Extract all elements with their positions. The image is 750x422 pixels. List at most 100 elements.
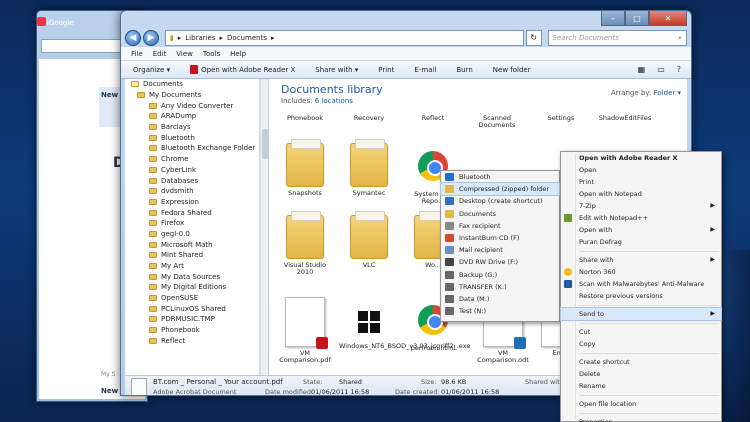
sendto-fax-recipient[interactable]: Fax recipient: [441, 220, 559, 232]
ctx-scan-with-malwarebytes-anti-malware[interactable]: Scan with Malwarebytes' Anti-Malware: [561, 278, 721, 290]
sendto-instantburn-cd-f[interactable]: InstantBurn CD (F): [441, 232, 559, 244]
forward-button[interactable]: ▶: [142, 30, 159, 46]
nav-item-any-video-converter[interactable]: Any Video Converter: [125, 100, 259, 111]
open-with-adobe-button[interactable]: Open with Adobe Reader X: [190, 65, 295, 74]
maximize-button[interactable]: □: [625, 11, 649, 26]
nav-item-my-digital-editions[interactable]: My Digital Editions: [125, 282, 259, 293]
nav-item-pclinuxos-shared[interactable]: PCLinuxOS Shared: [125, 303, 259, 314]
help-icon[interactable]: ?: [677, 65, 681, 74]
nav-item-databases[interactable]: Databases: [125, 175, 259, 186]
nav-item-dvdsmith[interactable]: dvdsmith: [125, 186, 259, 197]
nav-item-gegl-0-0[interactable]: gegl-0.0: [125, 229, 259, 240]
file-item[interactable]: Phonebook: [275, 114, 335, 122]
nav-scroll-thumb[interactable]: [262, 129, 268, 159]
print-button[interactable]: Print: [378, 66, 394, 74]
view-options-icon[interactable]: ▦: [638, 65, 646, 74]
nav-item-documents[interactable]: Documents: [125, 79, 259, 90]
menu-file[interactable]: File: [131, 50, 143, 58]
ctx-print[interactable]: Print: [561, 176, 721, 188]
nav-item-bluetooth-exchange-folder[interactable]: Bluetooth Exchange Folder: [125, 143, 259, 154]
sendto-compressed-zipped-folder[interactable]: Compressed (zipped) folder: [440, 182, 560, 197]
file-item[interactable]: Visual Studio 2010: [275, 211, 335, 277]
burn-button[interactable]: Burn: [456, 66, 472, 74]
menu-tools[interactable]: Tools: [203, 50, 220, 58]
folder-icon: [131, 81, 139, 88]
nav-scrollbar[interactable]: [260, 79, 268, 375]
sendto-bluetooth[interactable]: Bluetooth: [441, 171, 559, 183]
ctx-norton-360[interactable]: Norton 360: [561, 266, 721, 278]
menu-help[interactable]: Help: [230, 50, 246, 58]
nav-item-fedora-shared[interactable]: Fedora Shared: [125, 207, 259, 218]
sendto-test-n[interactable]: Test (N:): [441, 305, 559, 317]
ctx-share-with[interactable]: Share with ▶: [561, 254, 721, 266]
menu-view[interactable]: View: [176, 50, 193, 58]
locations-link[interactable]: 6 locations: [315, 97, 353, 105]
nav-item-aradump[interactable]: ARADump: [125, 111, 259, 122]
address-bar[interactable]: ▮ ▸ Libraries ▸ Documents ▸: [164, 30, 524, 46]
menu-edit[interactable]: Edit: [153, 50, 167, 58]
nav-item-microsoft-math[interactable]: Microsoft Math: [125, 239, 259, 250]
ctx-cut[interactable]: Cut: [561, 326, 721, 338]
file-item[interactable]: Recovery: [339, 114, 399, 122]
ctx-7-zip[interactable]: 7-Zip ▶: [561, 200, 721, 212]
nav-item-mint-shared[interactable]: Mint Shared: [125, 250, 259, 261]
file-item[interactable]: Snapshots: [275, 139, 335, 197]
refresh-icon[interactable]: ↻: [525, 30, 542, 46]
ctx-copy[interactable]: Copy: [561, 338, 721, 350]
ctx-create-shortcut[interactable]: Create shortcut: [561, 356, 721, 368]
sendto-transfer-k[interactable]: TRANSFER (K:): [441, 281, 559, 293]
sendto-desktop-create-shortcut[interactable]: Desktop (create shortcut): [441, 195, 559, 207]
file-item[interactable]: Windows_NT6_BSOD_v3.03_jcgriff2_.exe: [339, 297, 470, 350]
search-input[interactable]: Search Documents ⌕: [547, 30, 688, 46]
minimize-button[interactable]: –: [601, 11, 625, 26]
arrange-by-dropdown[interactable]: Folder ▾: [654, 89, 681, 97]
ctx-restore-previous-versions[interactable]: Restore previous versions: [561, 290, 721, 302]
sendto-label: InstantBurn CD (F): [459, 234, 520, 243]
sendto-documents[interactable]: Documents: [441, 208, 559, 220]
nav-item-barclays[interactable]: Barclays: [125, 122, 259, 133]
nav-item-opensuse[interactable]: OpenSUSE: [125, 293, 259, 304]
organize-button[interactable]: Organize ▾: [133, 66, 170, 74]
ctx-delete[interactable]: Delete: [561, 368, 721, 380]
file-item[interactable]: VM Comparison.pdf: [275, 297, 335, 365]
nav-item-cyberlink[interactable]: CyberLink: [125, 165, 259, 176]
ctx-edit-with-notepad[interactable]: Edit with Notepad++: [561, 212, 721, 224]
breadcrumb-documents[interactable]: Documents: [227, 34, 267, 42]
sendto-data-m[interactable]: Data (M:): [441, 293, 559, 305]
nav-item-my-art[interactable]: My Art: [125, 261, 259, 272]
sendto-mail-recipient[interactable]: Mail recipient: [441, 244, 559, 256]
nav-item-reflect[interactable]: Reflect: [125, 336, 259, 347]
ctx-rename[interactable]: Rename: [561, 380, 721, 392]
file-item[interactable]: Scanned Documents: [467, 114, 527, 130]
sendto-dvd-rw-drive-f[interactable]: DVD RW Drive (F:): [441, 256, 559, 268]
file-item[interactable]: Settings: [531, 114, 591, 122]
ctx-open[interactable]: Open: [561, 164, 721, 176]
sendto-backup-g[interactable]: Backup (G:): [441, 269, 559, 281]
nav-item-chrome[interactable]: Chrome: [125, 154, 259, 165]
ctx-puran-defrag[interactable]: Puran Defrag: [561, 236, 721, 248]
ctx-open-file-location[interactable]: Open file location: [561, 398, 721, 410]
back-button[interactable]: ◀: [125, 30, 141, 46]
ctx-send-to[interactable]: Send to ▶: [560, 307, 722, 321]
nav-item-my-data-sources[interactable]: My Data Sources: [125, 271, 259, 282]
breadcrumb-libraries[interactable]: Libraries: [185, 34, 215, 42]
new-folder-button[interactable]: New folder: [493, 66, 531, 74]
nav-item-firefox[interactable]: Firefox: [125, 218, 259, 229]
email-button[interactable]: E-mail: [414, 66, 436, 74]
file-item[interactable]: Symantec: [339, 139, 399, 197]
nav-item-pdrmusic-tmp[interactable]: PDRMUSIC.TMP: [125, 314, 259, 325]
file-item[interactable]: VLC: [339, 211, 399, 269]
ctx-properties[interactable]: Properties: [561, 416, 721, 422]
nav-item-my-documents[interactable]: My Documents: [125, 90, 259, 101]
close-button[interactable]: ✕: [649, 11, 687, 26]
ctx-open-with[interactable]: Open with ▶: [561, 224, 721, 236]
share-with-button[interactable]: Share with ▾: [315, 66, 358, 74]
preview-pane-icon[interactable]: ▭: [657, 65, 665, 74]
ctx-open-with-notepad[interactable]: Open with Notepad: [561, 188, 721, 200]
nav-item-phonebook[interactable]: Phonebook: [125, 325, 259, 336]
file-item[interactable]: Reflect: [403, 114, 463, 122]
nav-item-expression[interactable]: Expression: [125, 197, 259, 208]
nav-item-bluetooth[interactable]: Bluetooth: [125, 132, 259, 143]
ctx-open-with-adobe-reader-x[interactable]: Open with Adobe Reader X: [561, 152, 721, 164]
file-item[interactable]: ShadowEditFiles: [595, 114, 655, 122]
